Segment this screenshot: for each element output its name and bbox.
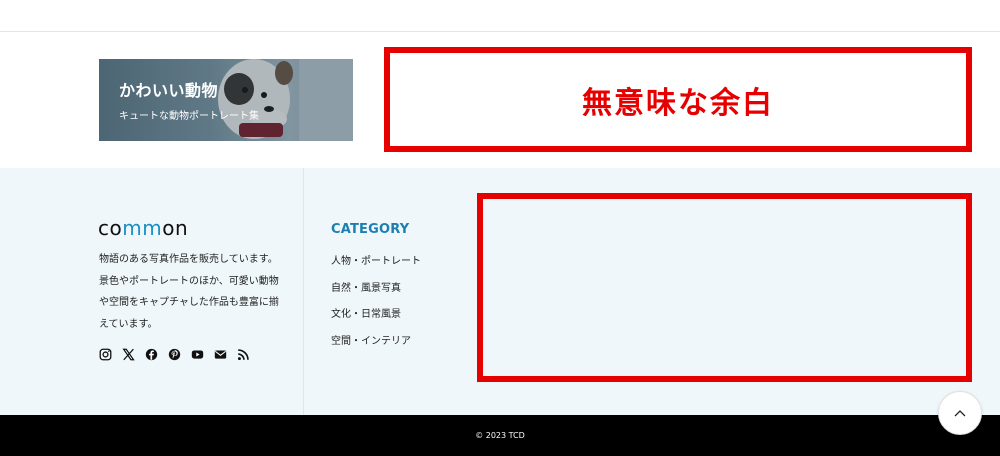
chevron-up-icon bbox=[954, 410, 966, 417]
category-link-portrait[interactable]: 人物・ポートレート bbox=[331, 255, 421, 282]
banner-title: かわいい動物 bbox=[119, 81, 219, 100]
copyright-bar: © 2023 TCD bbox=[0, 415, 1000, 456]
annotation-box-bottom bbox=[477, 193, 972, 382]
social-links bbox=[98, 347, 250, 361]
category-list: 人物・ポートレート 自然・風景写真 文化・日常風景 空間・インテリア bbox=[331, 255, 421, 361]
description-line: や空間をキャプチャした作品も豊富に揃 bbox=[99, 297, 279, 308]
logo-highlight: mm bbox=[122, 216, 163, 240]
category-heading: CATEGORY bbox=[331, 222, 410, 237]
description-line: 物語のある写真作品を販売しています。 bbox=[99, 254, 278, 265]
mail-icon[interactable] bbox=[213, 347, 227, 361]
instagram-icon[interactable] bbox=[98, 347, 112, 361]
description-line: 景色やポートレートのほか、可愛い動物 bbox=[99, 275, 279, 287]
x-icon[interactable] bbox=[121, 347, 135, 361]
facebook-icon[interactable] bbox=[144, 347, 158, 361]
footer-divider bbox=[303, 168, 304, 415]
logo-suffix: on bbox=[162, 216, 189, 240]
top-divider bbox=[0, 31, 1000, 32]
banner-subtitle: キュートな動物ポートレート集 bbox=[119, 111, 259, 122]
annotation-box-top: 無意味な余白 bbox=[384, 47, 972, 152]
category-link-nature[interactable]: 自然・風景写真 bbox=[331, 282, 421, 309]
footer-description: 物語のある写真作品を販売しています。 景色やポートレートのほか、可愛い動物 や空… bbox=[99, 249, 279, 335]
description-line: えています。 bbox=[99, 318, 158, 330]
banner-cute-animals[interactable]: かわいい動物 キュートな動物ポートレート集 bbox=[99, 59, 353, 141]
site-footer: common 物語のある写真作品を販売しています。 景色やポートレートのほか、可… bbox=[0, 168, 1000, 415]
category-link-culture[interactable]: 文化・日常風景 bbox=[331, 308, 421, 335]
rss-icon[interactable] bbox=[236, 347, 250, 361]
back-to-top-button[interactable] bbox=[938, 391, 982, 435]
youtube-icon[interactable] bbox=[190, 347, 204, 361]
pinterest-icon[interactable] bbox=[167, 347, 181, 361]
copyright-text: © 2023 TCD bbox=[475, 431, 525, 440]
logo-prefix: co bbox=[98, 216, 123, 240]
footer-logo[interactable]: common bbox=[98, 216, 188, 240]
category-link-interior[interactable]: 空間・インテリア bbox=[331, 335, 421, 362]
annotation-label: 無意味な余白 bbox=[582, 85, 774, 121]
